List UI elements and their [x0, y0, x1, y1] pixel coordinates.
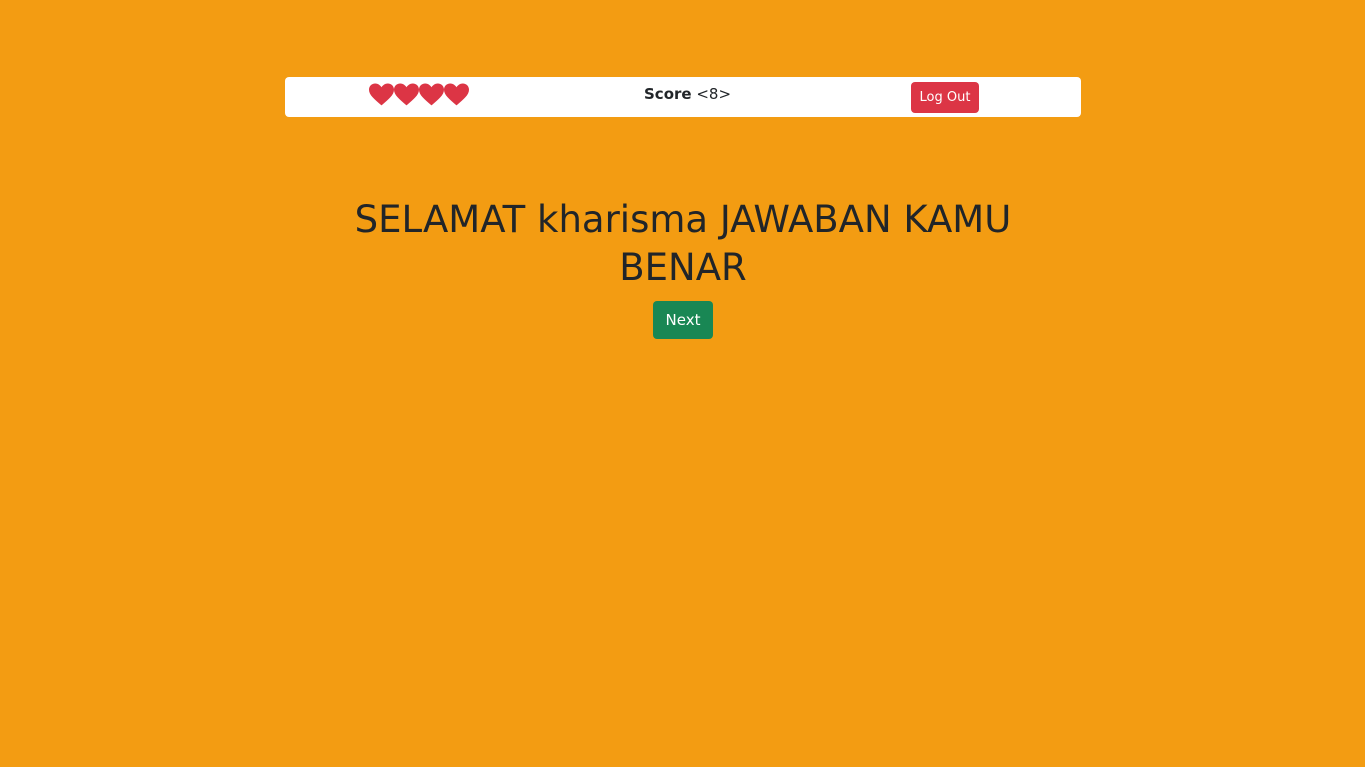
next-button[interactable]: Next: [653, 301, 713, 339]
top-bar: Score <8> Log Out: [285, 77, 1081, 117]
logout-button[interactable]: Log Out: [911, 82, 979, 113]
score-display: Score <8>: [644, 85, 731, 103]
score-label: Score: [644, 85, 692, 103]
lives-indicator: [369, 83, 469, 109]
result-message: SELAMAT kharisma JAWABAN KAMU BENAR: [354, 198, 1012, 289]
heart-icon: [369, 83, 394, 107]
score-value: <8>: [696, 85, 732, 103]
heart-icon: [394, 83, 419, 107]
heart-icon: [444, 83, 469, 107]
heart-icon: [419, 83, 444, 107]
